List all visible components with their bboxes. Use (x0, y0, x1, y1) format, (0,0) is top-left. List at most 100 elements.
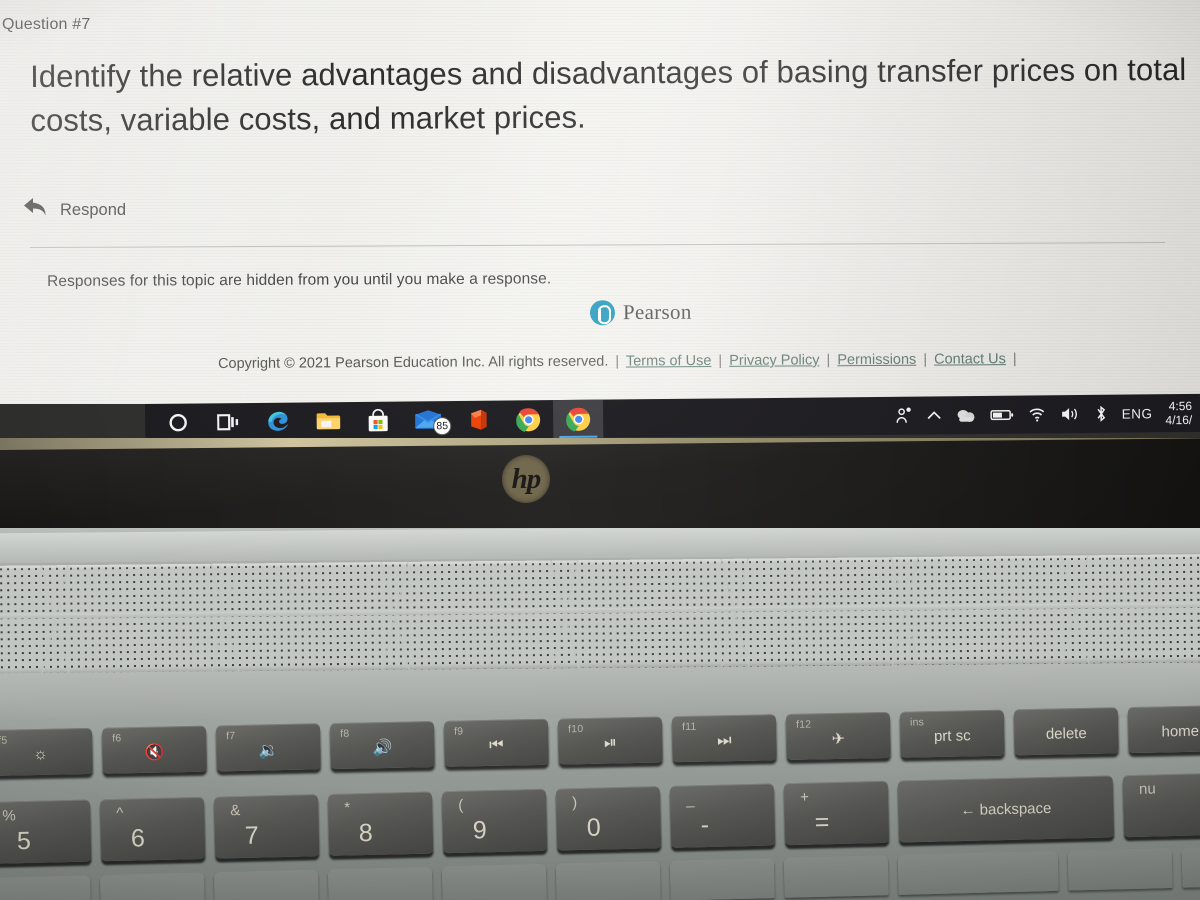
key-num-lock-label: nu (1138, 780, 1156, 798)
key-f12-airplane-mode[interactable]: f12 ✈ (785, 711, 891, 760)
google-chrome-icon[interactable] (503, 400, 553, 438)
key-backspace[interactable]: ← backspace (897, 775, 1115, 843)
key-f9-previous-track[interactable]: f9 ⏮ (443, 718, 549, 767)
key-partial-4[interactable] (327, 866, 433, 900)
brightness-icon: ☼ (32, 745, 48, 764)
volume-down-icon: 🔉 (258, 742, 279, 760)
terms-of-use-link[interactable]: Terms of Use (626, 353, 712, 370)
key-f8-label: f8 (340, 727, 350, 740)
onedrive-cloud-icon[interactable] (955, 407, 977, 423)
footer-sep-2: | (718, 352, 723, 369)
key-9-lower: 9 (472, 816, 488, 845)
respond-label: Respond (60, 201, 127, 219)
task-view-icon[interactable] (203, 403, 253, 441)
microsoft-store-icon[interactable] (353, 402, 403, 440)
laptop-keyboard: f5 ☼ f6 🔇 f7 🔉 f8 🔊 f9 ⏮ f10 ⏯ f11 ⏭ f12… (0, 705, 1200, 900)
key-partial-2[interactable] (99, 872, 205, 900)
pearson-wordmark: Pearson (622, 299, 692, 325)
key-hyphen-upper: _ (685, 791, 695, 809)
key-partial-6[interactable] (555, 860, 661, 900)
key-6-upper: ^ (116, 804, 124, 822)
key-6-lower: 6 (130, 824, 146, 853)
laptop-screen: Question #7 Identify the relative advant… (0, 0, 1200, 404)
key-backspace-label: ← backspace (960, 799, 1052, 819)
battery-icon[interactable] (989, 408, 1014, 422)
next-track-icon: ⏭ (716, 732, 732, 750)
mail-icon[interactable]: 85 (403, 401, 453, 439)
privacy-policy-link[interactable]: Privacy Policy (729, 352, 819, 369)
key-delete-label: delete (1045, 724, 1087, 743)
key-f6-label: f6 (112, 732, 122, 745)
key-5[interactable]: % 5 (0, 799, 92, 864)
footer-sep-1: | (615, 353, 620, 370)
google-chrome-active-icon[interactable] (552, 399, 604, 439)
microsoft-edge-icon[interactable] (253, 402, 303, 440)
key-f5-brightness[interactable]: f5 ☼ (0, 727, 93, 776)
key-partial-7[interactable] (669, 858, 775, 900)
key-print-screen[interactable]: ins prt sc (899, 709, 1005, 758)
key-6[interactable]: ^ 6 (99, 796, 206, 862)
permissions-link[interactable]: Permissions (837, 352, 916, 368)
footer-copyright: Copyright © 2021 Pearson Education Inc. … (218, 351, 1020, 372)
key-7-upper: & (230, 802, 241, 820)
key-8[interactable]: * 8 (327, 791, 434, 856)
input-language-indicator[interactable]: ENG (1122, 406, 1153, 421)
bezel-sheen (0, 438, 1200, 534)
key-partial-10[interactable] (1067, 847, 1173, 891)
key-partial-9[interactable] (897, 850, 1059, 895)
key-partial-11[interactable] (1181, 845, 1200, 888)
key-delete[interactable]: delete (1013, 707, 1119, 756)
key-0[interactable]: ) 0 (555, 786, 662, 851)
respond-button[interactable]: Respond (22, 196, 126, 225)
key-7[interactable]: & 7 (213, 794, 320, 859)
key-f11-next-track[interactable]: f11 ⏭ (671, 714, 777, 763)
question-text: Identify the relative advantages and dis… (30, 51, 1187, 138)
key-partial-8[interactable] (783, 855, 889, 898)
volume-icon[interactable] (1060, 406, 1080, 422)
laptop-screen-bezel: hp (0, 438, 1200, 534)
key-hyphen-lower: - (700, 810, 710, 840)
file-explorer-icon[interactable] (303, 402, 353, 440)
key-8-upper: * (344, 799, 351, 817)
key-partial-5[interactable] (441, 863, 547, 900)
clock[interactable]: 4:56 4/16/ (1165, 399, 1192, 427)
contact-us-link[interactable]: Contact Us (934, 351, 1006, 367)
bluetooth-icon[interactable] (1093, 405, 1109, 423)
key-f10-label: f10 (567, 723, 584, 736)
key-partial-1[interactable] (0, 875, 91, 900)
key-f11-label: f11 (681, 720, 697, 734)
keyboard-number-row: % 5 ^ 6 & 7 * 8 ( 9 ) 0 _ - + = ← backsp… (0, 772, 1200, 864)
key-7-lower: 7 (244, 821, 260, 850)
key-f12-label: f12 (795, 718, 812, 731)
key-f10-play-pause[interactable]: f10 ⏯ (557, 716, 663, 765)
key-9-upper: ( (458, 796, 464, 814)
key-5-lower: 5 (16, 826, 32, 856)
key-f7-volume-down[interactable]: f7 🔉 (215, 723, 321, 772)
key-f9-label: f9 (454, 725, 464, 738)
key-5-upper: % (2, 807, 16, 825)
people-icon[interactable] (895, 407, 913, 425)
key-f6-mute[interactable]: f6 🔇 (101, 725, 207, 774)
cortana-icon[interactable] (153, 403, 203, 441)
key-equals[interactable]: + = (783, 780, 890, 846)
reply-arrow-icon (22, 196, 52, 225)
key-f8-volume-up[interactable]: f8 🔊 (329, 721, 435, 770)
section-divider (29, 242, 1165, 248)
show-hidden-icons-chevron[interactable] (926, 408, 942, 422)
key-num-lock[interactable]: nu (1122, 772, 1200, 838)
wifi-icon[interactable] (1027, 406, 1047, 422)
key-print-screen-label: prt sc (933, 726, 971, 745)
key-0-upper: ) (571, 794, 578, 812)
key-equals-lower: = (814, 808, 830, 837)
key-0-lower: 0 (586, 813, 602, 842)
system-tray: ENG 4:56 4/16/ (894, 394, 1196, 435)
key-9[interactable]: ( 9 (441, 788, 548, 854)
clock-time: 4:56 (1168, 398, 1193, 414)
microsoft-office-icon[interactable] (453, 401, 503, 439)
previous-track-icon: ⏮ (489, 736, 504, 754)
key-partial-3[interactable] (213, 869, 319, 900)
key-home[interactable]: home (1127, 705, 1200, 754)
key-f7-label: f7 (226, 730, 236, 743)
key-hyphen[interactable]: _ - (669, 783, 776, 848)
copyright-text: Copyright © 2021 Pearson Education Inc. … (218, 353, 609, 372)
